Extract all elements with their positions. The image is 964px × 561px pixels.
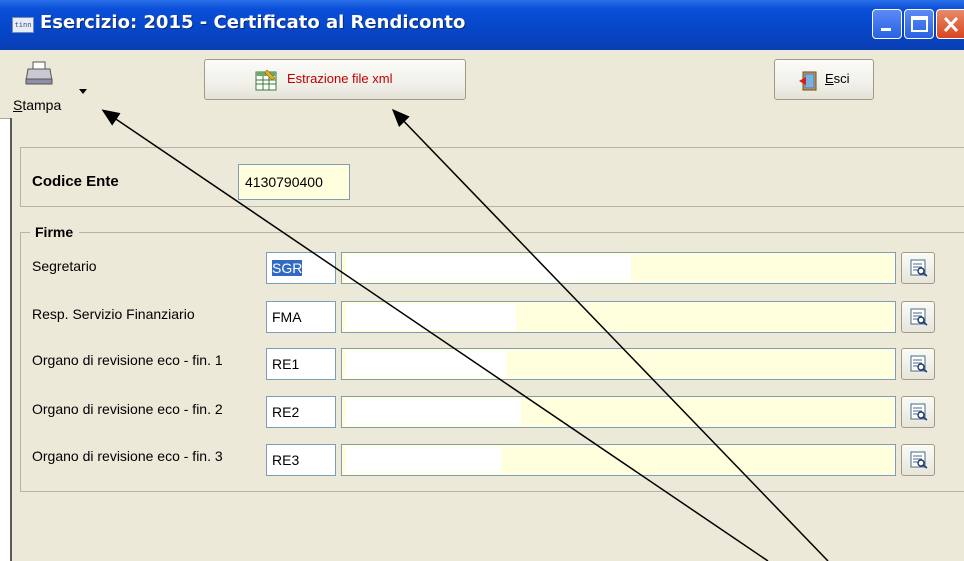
firma-code-field[interactable]: SGR bbox=[266, 252, 336, 284]
firma-name-field[interactable] bbox=[341, 301, 896, 333]
content-left-border bbox=[10, 118, 12, 561]
firma-lookup-button[interactable] bbox=[901, 252, 935, 284]
maximize-icon bbox=[911, 16, 928, 32]
codice-ente-panel bbox=[20, 147, 964, 207]
firma-label: Organo di revisione eco - fin. 1 bbox=[32, 352, 223, 368]
lookup-search-icon bbox=[910, 355, 928, 373]
minimize-button[interactable] bbox=[872, 9, 902, 39]
codice-ente-label: Codice Ente bbox=[32, 173, 119, 190]
print-button-label[interactable]: Stampa bbox=[13, 97, 61, 113]
close-icon bbox=[943, 16, 959, 33]
lookup-search-icon bbox=[910, 451, 928, 469]
firma-lookup-button[interactable] bbox=[901, 348, 935, 380]
lookup-search-icon bbox=[910, 259, 928, 277]
extract-xml-button[interactable]: Estrazione file xml bbox=[204, 59, 466, 100]
firme-legend: Firme bbox=[30, 224, 80, 240]
firma-name-field[interactable] bbox=[341, 252, 896, 284]
lookup-search-icon bbox=[910, 308, 928, 326]
app-icon: tinn bbox=[12, 17, 34, 33]
firma-lookup-button[interactable] bbox=[901, 301, 935, 333]
maximize-button[interactable] bbox=[904, 9, 934, 39]
name-redaction bbox=[346, 255, 631, 281]
extract-xml-label: Estrazione file xml bbox=[287, 71, 393, 86]
firma-code-field[interactable]: FMA bbox=[266, 301, 336, 333]
app-window: tinn Esercizio: 2015 - Certificato al Re… bbox=[0, 0, 964, 561]
window-title: Esercizio: 2015 - Certificato al Rendico… bbox=[40, 12, 466, 33]
firma-label: Organo di revisione eco - fin. 3 bbox=[32, 448, 223, 464]
close-button[interactable] bbox=[936, 9, 964, 39]
exit-door-icon bbox=[799, 71, 817, 91]
firma-label: Resp. Servizio Finanziario bbox=[32, 306, 195, 322]
firma-code-field[interactable]: RE1 bbox=[266, 348, 336, 380]
name-redaction bbox=[346, 447, 501, 473]
firma-code-field[interactable]: RE2 bbox=[266, 396, 336, 428]
firma-name-field[interactable] bbox=[341, 444, 896, 476]
name-redaction bbox=[346, 304, 516, 330]
firma-lookup-button[interactable] bbox=[901, 444, 935, 476]
name-redaction bbox=[346, 351, 506, 377]
chevron-down-icon bbox=[79, 89, 87, 94]
lookup-search-icon bbox=[910, 403, 928, 421]
firma-code-selected-text: SGR bbox=[272, 260, 303, 276]
codice-ente-field[interactable]: 4130790400 bbox=[238, 164, 350, 200]
title-bar[interactable]: tinn Esercizio: 2015 - Certificato al Re… bbox=[0, 0, 964, 50]
spreadsheet-icon bbox=[255, 69, 277, 91]
firma-name-field[interactable] bbox=[341, 348, 896, 380]
minimize-icon bbox=[881, 28, 891, 31]
firma-label: Segretario bbox=[32, 258, 97, 274]
firma-lookup-button[interactable] bbox=[901, 396, 935, 428]
firma-name-field[interactable] bbox=[341, 396, 896, 428]
firma-label: Organo di revisione eco - fin. 2 bbox=[32, 401, 223, 417]
name-redaction bbox=[346, 399, 521, 425]
exit-label: Esci bbox=[825, 71, 850, 86]
exit-button[interactable]: Esci bbox=[774, 59, 874, 100]
printer-icon bbox=[25, 61, 87, 94]
firma-code-field[interactable]: RE3 bbox=[266, 444, 336, 476]
